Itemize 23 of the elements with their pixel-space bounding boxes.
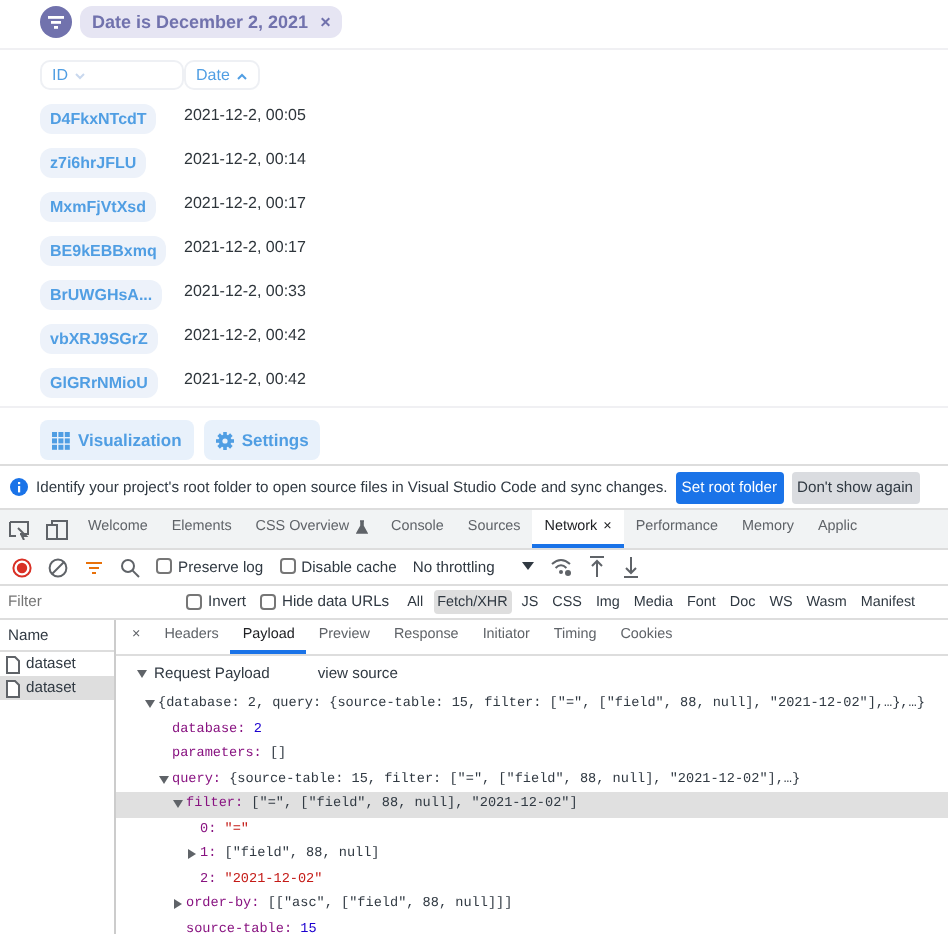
- download-icon[interactable]: [622, 556, 641, 578]
- table-cell: 2021-12-2, 00:17: [184, 236, 306, 260]
- remove-filter-button[interactable]: ×: [320, 10, 331, 34]
- info-icon: [10, 478, 28, 496]
- filter-chip[interactable]: Date is December 2, 2021 ×: [80, 6, 343, 38]
- inspect-icon[interactable]: [8, 519, 30, 539]
- table-cell: 2021-12-2, 00:33: [184, 280, 306, 304]
- table-cell: 2021-12-2, 00:42: [184, 324, 306, 348]
- clear-icon[interactable]: [48, 557, 68, 577]
- settings-icon: [215, 431, 234, 449]
- filter-icon[interactable]: [84, 559, 104, 575]
- table-cell: 2021-12-2, 00:17: [184, 192, 306, 216]
- record-button[interactable]: [12, 557, 32, 577]
- table-cell: 2021-12-2, 00:42: [184, 368, 306, 392]
- table-cell: 2021-12-2, 00:05: [184, 104, 306, 128]
- search-icon[interactable]: [120, 557, 140, 577]
- upload-icon[interactable]: [588, 556, 607, 578]
- table-cell: 2021-12-2, 00:14: [184, 148, 306, 172]
- filter-icon: [40, 6, 72, 38]
- device-toolbar-icon[interactable]: [46, 519, 68, 539]
- network-conditions-icon[interactable]: [550, 558, 573, 576]
- caret-icon: [522, 562, 535, 571]
- grid-icon: [52, 431, 70, 449]
